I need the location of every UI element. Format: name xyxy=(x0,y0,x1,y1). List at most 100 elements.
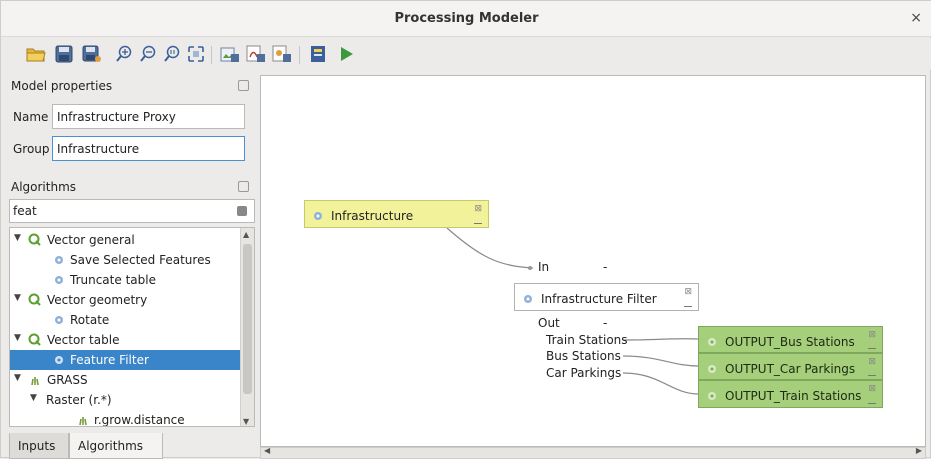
qgis-icon xyxy=(28,293,41,306)
zoom-in-icon[interactable] xyxy=(113,43,135,65)
connector-train xyxy=(622,338,700,341)
export-pdf-icon[interactable] xyxy=(245,43,267,65)
algorithm-tree: ▼ Vector general Save Selected Features … xyxy=(9,227,255,427)
tab-inputs[interactable]: Inputs xyxy=(9,433,69,459)
gear-icon xyxy=(55,256,63,264)
left-panel: Model properties Name Group Algorithms f… xyxy=(9,75,255,459)
float-panel-icon[interactable] xyxy=(238,80,249,91)
node-label: Infrastructure xyxy=(331,209,414,223)
export-svg-icon[interactable] xyxy=(271,43,293,65)
tree-scrollbar[interactable]: ▲ ▼ xyxy=(240,228,254,426)
open-icon[interactable] xyxy=(25,43,47,65)
expand-arrow-icon[interactable]: ▼ xyxy=(14,293,21,303)
qgis-icon xyxy=(28,233,41,246)
node-collapse-icon[interactable] xyxy=(868,403,876,404)
canvas-horizontal-scrollbar[interactable]: ◀ ▶ xyxy=(260,446,926,459)
scroll-down-icon[interactable]: ▼ xyxy=(243,417,249,426)
node-remove-icon[interactable]: ⊠ xyxy=(684,287,692,297)
run-icon[interactable] xyxy=(335,43,357,65)
node-collapse-icon[interactable] xyxy=(684,306,692,307)
name-label: Name xyxy=(13,110,49,124)
node-label: Infrastructure Filter xyxy=(541,292,657,306)
node-label: OUTPUT_Bus Stations xyxy=(725,335,855,349)
node-remove-icon[interactable]: ⊠ xyxy=(474,204,482,214)
name-row: Name xyxy=(9,104,255,130)
window-title: Processing Modeler xyxy=(394,11,539,26)
connector-car xyxy=(622,372,700,395)
tree-group-vector-general[interactable]: ▼ Vector general xyxy=(10,230,240,250)
tree-item-r-grow-distance[interactable]: r.grow.distance xyxy=(10,410,240,427)
scroll-right-icon[interactable]: ▶ xyxy=(916,446,922,455)
toolbar-separator xyxy=(211,46,212,64)
in-collapse-icon[interactable]: - xyxy=(603,260,607,274)
tree-label: GRASS xyxy=(47,373,88,387)
tree-label: Raster (r.*) xyxy=(46,393,112,407)
connector-input xyxy=(446,227,534,269)
node-collapse-icon[interactable] xyxy=(474,223,482,224)
tree-group-vector-geometry[interactable]: ▼ Vector geometry xyxy=(10,290,240,310)
tree-label: Vector general xyxy=(47,233,135,247)
gear-icon xyxy=(524,295,532,303)
input-port-dot xyxy=(528,266,532,270)
export-image-icon[interactable] xyxy=(219,43,241,65)
tree-label: r.grow.distance xyxy=(94,413,185,427)
algorithm-node-infrastructure-filter[interactable]: Infrastructure Filter ⊠ xyxy=(514,283,699,311)
algorithm-search-input[interactable]: feat xyxy=(9,199,255,223)
expand-arrow-icon[interactable]: ▼ xyxy=(14,333,21,343)
node-remove-icon[interactable]: ⊠ xyxy=(868,357,876,367)
tree-group-vector-table[interactable]: ▼ Vector table xyxy=(10,330,240,350)
group-label: Group xyxy=(13,142,50,156)
group-row: Group xyxy=(9,136,255,162)
gear-icon xyxy=(55,356,63,364)
tree-label: Vector table xyxy=(47,333,120,347)
algorithms-header: Algorithms xyxy=(9,176,255,198)
group-field[interactable] xyxy=(52,136,245,161)
save-icon[interactable] xyxy=(53,43,75,65)
scroll-left-icon[interactable]: ◀ xyxy=(264,446,270,455)
title-bar: Processing Modeler × xyxy=(1,1,931,37)
tree-item-rotate[interactable]: Rotate xyxy=(10,310,240,330)
output-node-train-stations[interactable]: OUTPUT_Train Stations ⊠ xyxy=(698,380,883,408)
qgis-icon xyxy=(28,333,41,346)
processing-modeler-window: Processing Modeler × Model properties Na… xyxy=(0,0,931,459)
name-field[interactable] xyxy=(52,104,245,129)
gear-icon xyxy=(55,276,63,284)
tree-item-truncate-table[interactable]: Truncate table xyxy=(10,270,240,290)
gear-icon xyxy=(314,212,322,220)
zoom-full-icon[interactable] xyxy=(185,43,207,65)
output-node-car-parkings[interactable]: OUTPUT_Car Parkings ⊠ xyxy=(698,353,883,380)
tree-group-grass[interactable]: ▼ GRASS xyxy=(10,370,240,390)
clear-search-icon[interactable] xyxy=(237,206,247,216)
input-node-infrastructure[interactable]: Infrastructure ⊠ xyxy=(304,200,489,228)
grass-icon xyxy=(79,417,87,426)
model-canvas[interactable]: Infrastructure ⊠ In - Infrastructure Fil… xyxy=(260,75,926,447)
output-node-bus-stations[interactable]: OUTPUT_Bus Stations ⊠ xyxy=(698,326,883,353)
tree-item-save-selected-features[interactable]: Save Selected Features xyxy=(10,250,240,270)
zoom-actual-icon[interactable] xyxy=(161,43,183,65)
tab-algorithms[interactable]: Algorithms xyxy=(69,433,163,459)
tree-group-raster[interactable]: ▼ Raster (r.*) xyxy=(10,390,240,410)
gear-icon xyxy=(708,338,716,346)
zoom-out-icon[interactable] xyxy=(137,43,159,65)
save-as-icon[interactable] xyxy=(81,43,103,65)
grass-icon xyxy=(31,377,39,386)
tree-label: Rotate xyxy=(70,313,110,327)
scroll-up-icon[interactable]: ▲ xyxy=(243,230,249,239)
float-panel-icon[interactable] xyxy=(238,181,249,192)
expand-arrow-icon[interactable]: ▼ xyxy=(14,373,21,383)
node-remove-icon[interactable]: ⊠ xyxy=(868,330,876,340)
node-collapse-icon[interactable] xyxy=(868,348,876,349)
expand-arrow-icon[interactable]: ▼ xyxy=(30,393,37,403)
export-python-icon[interactable] xyxy=(307,43,329,65)
close-button[interactable]: × xyxy=(910,10,922,26)
output-car-parkings: Car Parkings xyxy=(546,366,622,380)
node-collapse-icon[interactable] xyxy=(868,375,876,376)
tree-item-feature-filter[interactable]: Feature Filter xyxy=(10,350,240,370)
scroll-thumb[interactable] xyxy=(243,244,252,394)
expand-arrow-icon[interactable]: ▼ xyxy=(14,233,21,243)
node-remove-icon[interactable]: ⊠ xyxy=(868,384,876,394)
out-collapse-icon[interactable]: - xyxy=(603,316,607,330)
out-label: Out xyxy=(538,316,560,330)
node-label: OUTPUT_Car Parkings xyxy=(725,362,856,376)
model-properties-header: Model properties xyxy=(9,75,255,97)
